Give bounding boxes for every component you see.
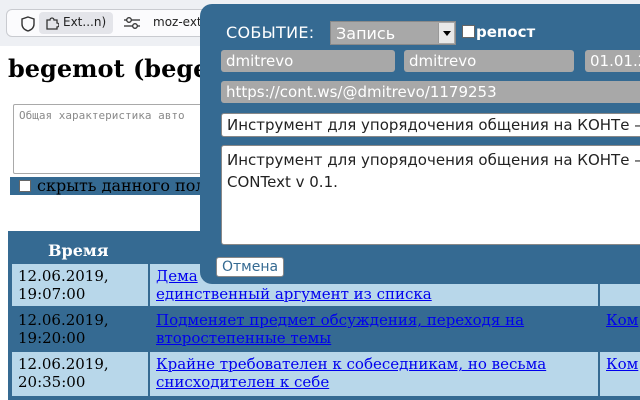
- hide-user-label: скрыть данного пол: [37, 176, 206, 195]
- hide-user-row: скрыть данного пол: [10, 176, 210, 195]
- hide-user-checkbox[interactable]: [19, 180, 31, 192]
- permissions-icon[interactable]: [123, 16, 141, 30]
- event-type-select[interactable]: Запись: [330, 21, 456, 45]
- chevron-down-icon[interactable]: [438, 23, 454, 43]
- body-textarea[interactable]: Инструмент для упорядочения общения на К…: [221, 145, 640, 245]
- table-row-time: 12.06.2019, 20:35:00: [12, 352, 148, 396]
- cancel-button[interactable]: Отмена: [216, 257, 285, 277]
- table-row-link[interactable]: Подменяет предмет обсуждения, переходя н…: [150, 308, 598, 350]
- page-title: begemot (bege: [8, 54, 209, 83]
- author-field[interactable]: dmitrevo: [221, 50, 395, 72]
- event-label: СОБЫТИЕ:: [226, 23, 315, 42]
- date-field[interactable]: 01.01.2: [585, 50, 640, 72]
- extension-chip-label: Ext...n): [63, 15, 107, 29]
- table-row-link[interactable]: Крайне требователен к собеседникам, но в…: [150, 352, 598, 396]
- puzzle-icon: [46, 17, 59, 30]
- shield-icon[interactable]: [21, 16, 35, 32]
- title-input[interactable]: Инструмент для упорядочения общения на К…: [221, 113, 640, 137]
- url-bar[interactable]: Ext...n) moz-ext: [6, 9, 216, 37]
- description-textarea[interactable]: Общая характеристика авто: [13, 104, 213, 174]
- event-type-value: Запись: [336, 24, 396, 43]
- extension-chip[interactable]: Ext...n): [39, 12, 113, 34]
- column-header-time: Время: [48, 241, 109, 260]
- author2-field[interactable]: dmitrevo: [404, 50, 574, 72]
- table-row-time: 12.06.2019, 19:20:00: [12, 308, 148, 350]
- repost-label: репост: [476, 23, 536, 41]
- event-dialog: СОБЫТИЕ: Запись репост dmitrevo dmitrevo…: [200, 4, 640, 284]
- url-field[interactable]: https://cont.ws/@dmitrevo/1179253: [221, 81, 640, 103]
- url-text[interactable]: moz-ext: [153, 15, 202, 29]
- table-row-comment-link[interactable]: Ком: [600, 308, 640, 350]
- table-row-comment-link[interactable]: Ком: [600, 352, 640, 396]
- table-row-time: 12.06.2019, 19:07:00: [12, 264, 148, 306]
- repost-checkbox[interactable]: [462, 25, 475, 38]
